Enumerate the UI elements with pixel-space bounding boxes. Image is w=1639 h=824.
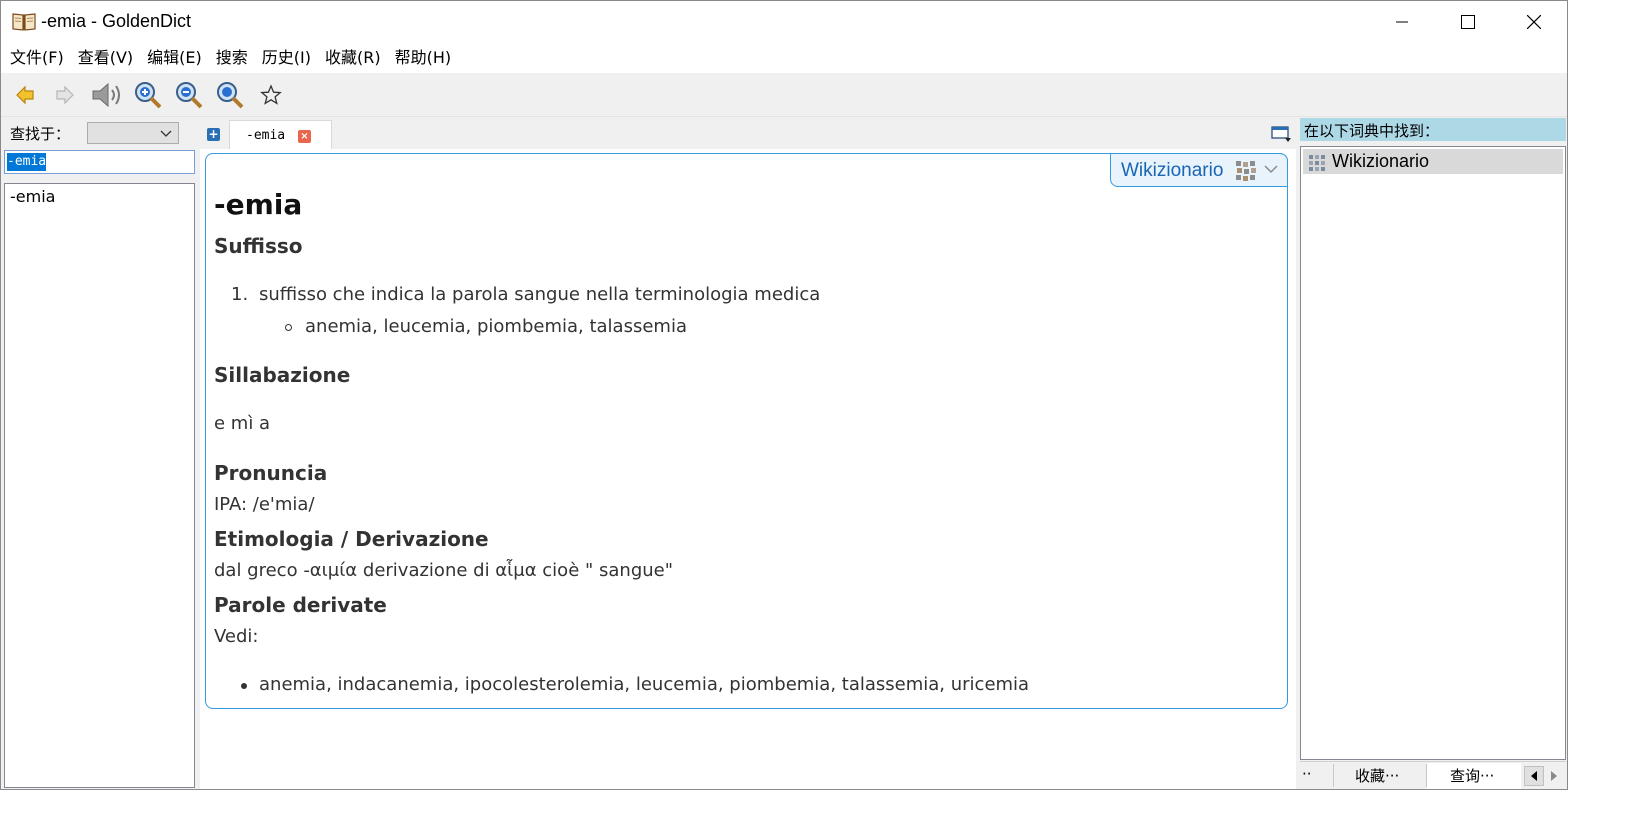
menu-history[interactable]: 历史(I): [255, 43, 318, 73]
dictionary-tag-name: Wikizionario: [1121, 160, 1224, 181]
wiki-icon: [1235, 160, 1257, 186]
search-pane: 查找于： -emia -emia: [1, 118, 200, 789]
derivate-text: Vedi:: [214, 626, 259, 647]
search-input-value: -emia: [7, 153, 47, 171]
zoom-out-button[interactable]: [173, 79, 205, 111]
search-in-label: 查找于：: [10, 125, 71, 143]
minimize-button[interactable]: [1369, 1, 1435, 43]
search-input[interactable]: -emia: [4, 150, 195, 174]
definition-number: 1.: [231, 284, 249, 305]
tab-list-icon[interactable]: [1271, 126, 1293, 148]
disc-bullet: [241, 683, 247, 689]
menu-file[interactable]: 文件(F): [3, 43, 71, 73]
back-icon: [16, 85, 34, 105]
dictionary-tag[interactable]: Wikizionario: [1110, 153, 1288, 187]
close-button[interactable]: [1501, 1, 1567, 43]
toolbar: [1, 73, 1567, 117]
add-favorite-button[interactable]: [255, 79, 287, 111]
definition-examples: anemia, leucemia, piombemia, talassemia: [305, 316, 687, 337]
section-sillabazione-title: Sillabazione: [214, 363, 351, 387]
tab-emia[interactable]: -emia ×: [229, 120, 332, 151]
star-icon: [260, 84, 282, 105]
found-dictionaries-list[interactable]: Wikizionario: [1300, 146, 1566, 760]
section-suffisso-title: Suffisso: [214, 234, 303, 258]
maximize-button[interactable]: [1435, 1, 1501, 43]
section-pronuncia-title: Pronuncia: [214, 461, 328, 485]
tab-stub[interactable]: ··: [1302, 765, 1312, 783]
etimologia-text: dal greco -αιμία derivazione di αἷμα cio…: [214, 560, 673, 581]
circle-bullet: [285, 324, 292, 331]
menu-view[interactable]: 查看(V): [71, 43, 140, 73]
book-icon: [12, 12, 36, 31]
headword: -emia: [214, 188, 303, 221]
app-window: -emia - GoldenDict 文件(F) 查看(V) 编辑(E) 搜索 …: [0, 0, 1568, 790]
menu-edit[interactable]: 编辑(E): [140, 43, 209, 73]
tab-separator: [1333, 764, 1334, 787]
definition-text: suffisso che indica la parola sangue nel…: [259, 284, 821, 305]
dictionary-group-select[interactable]: [87, 122, 179, 144]
section-etimologia-title: Etimologia / Derivazione: [214, 527, 489, 551]
back-button[interactable]: [9, 79, 41, 111]
found-dictionary-item[interactable]: Wikizionario: [1303, 149, 1563, 174]
tab-favorites[interactable]: 收藏···: [1355, 765, 1399, 786]
tab-close-icon[interactable]: ×: [298, 130, 311, 143]
scroll-left-button[interactable]: [1524, 766, 1544, 786]
chevron-down-icon[interactable]: [1263, 162, 1279, 180]
pronuncia-text: IPA: /e'mia/: [214, 494, 315, 515]
tab-bar: + -emia ×: [200, 118, 1296, 151]
zoom-reset-icon: [217, 82, 244, 109]
found-in-dictionaries-pane: 在以下词典中找到： Wikizionario ·· 收藏··· 查询···: [1300, 118, 1567, 789]
forward-button[interactable]: [49, 79, 81, 111]
pronounce-button[interactable]: [90, 79, 126, 111]
sillabazione-text: e mì a: [214, 413, 271, 434]
zoom-in-button[interactable]: [132, 79, 164, 111]
derivate-list: anemia, indacanemia, ipocolesterolemia, …: [259, 674, 1030, 695]
list-item[interactable]: -emia: [5, 184, 194, 209]
triangle-left-icon: [1531, 771, 1537, 781]
found-header: 在以下词典中找到：: [1300, 118, 1566, 141]
section-derivate-title: Parole derivate: [214, 593, 387, 617]
tab-label: -emia: [246, 128, 286, 143]
title-bar: -emia - GoldenDict: [1, 1, 1567, 43]
article-view: Wikizionario -emia Suffisso 1. suffisso …: [200, 149, 1296, 789]
zoom-out-icon: [176, 82, 203, 109]
menu-help[interactable]: 帮助(H): [388, 43, 459, 73]
new-tab-button[interactable]: +: [207, 128, 220, 141]
zoom-reset-button[interactable]: [214, 79, 246, 111]
article-frame: Wikizionario -emia Suffisso 1. suffisso …: [205, 153, 1288, 709]
menu-search[interactable]: 搜索: [209, 43, 255, 73]
window-title: -emia - GoldenDict: [41, 11, 192, 31]
menu-favorites[interactable]: 收藏(R): [318, 43, 388, 73]
menu-bar: 文件(F) 查看(V) 编辑(E) 搜索 历史(I) 收藏(R) 帮助(H): [1, 43, 1567, 73]
word-list[interactable]: -emia: [4, 183, 195, 788]
triangle-right-icon: [1551, 771, 1557, 781]
tab-search[interactable]: 查询···: [1450, 765, 1494, 786]
found-header-label: 在以下词典中找到：: [1304, 122, 1440, 140]
zoom-in-icon: [135, 82, 162, 109]
found-dictionary-name: Wikizionario: [1332, 151, 1430, 171]
chevron-down-icon: [160, 130, 172, 137]
dock-tabs: ·· 收藏··· 查询···: [1300, 761, 1566, 789]
forward-icon: [56, 85, 74, 105]
wiki-icon: [1308, 154, 1326, 176]
speaker-icon: [92, 82, 120, 108]
scroll-right-button[interactable]: [1544, 766, 1564, 786]
